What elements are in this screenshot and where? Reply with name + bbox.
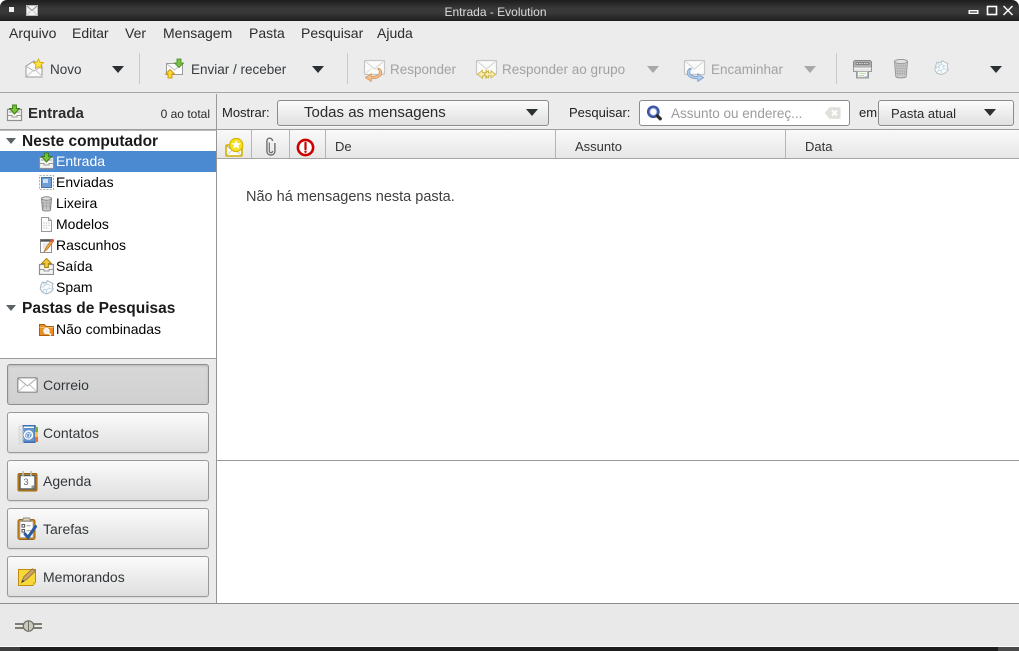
svg-text:3: 3 [23,477,28,487]
svg-text:@: @ [24,430,33,440]
